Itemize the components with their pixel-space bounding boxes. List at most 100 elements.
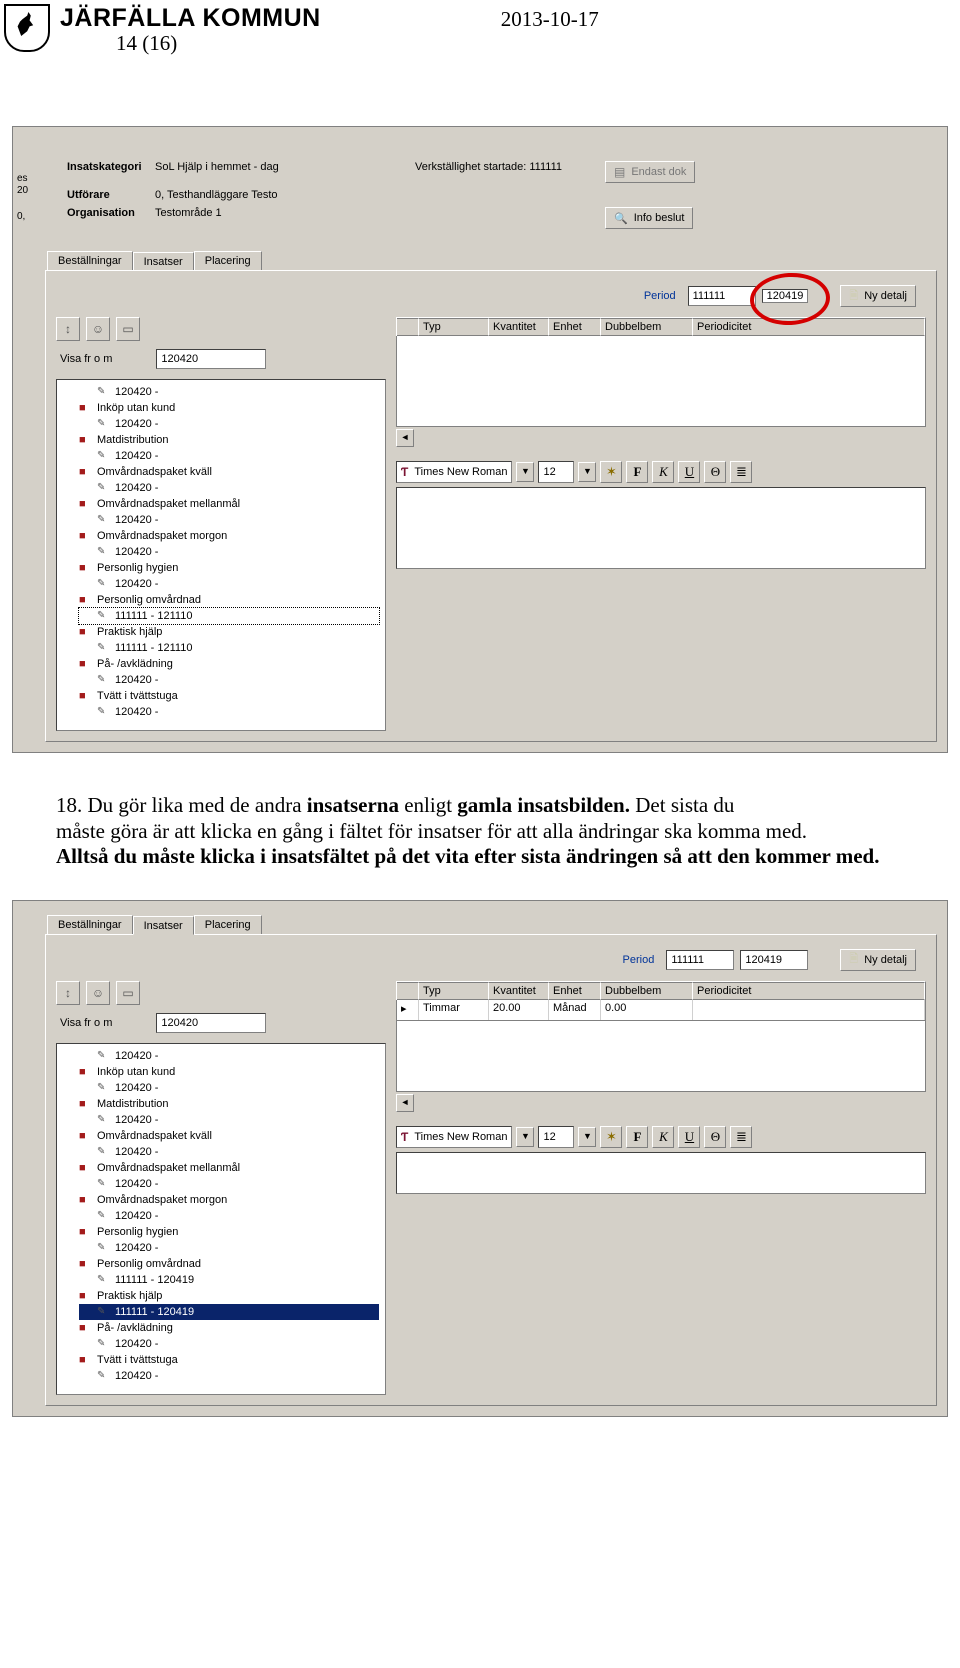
tree-node[interactable]: 120420 - [79, 672, 379, 688]
text-editor[interactable] [396, 487, 926, 569]
tree-node[interactable]: 120420 - [79, 544, 379, 560]
period-to-input[interactable]: 120419 [740, 950, 808, 970]
font-select[interactable]: Times New Roman [396, 461, 512, 483]
format-btn-strike[interactable]: Θ [704, 1126, 726, 1148]
tree-folder[interactable]: Inköp utan kund [79, 400, 379, 416]
tree-node[interactable]: 120420 - [79, 512, 379, 528]
text-editor[interactable] [396, 1152, 926, 1194]
fontsize-dropdown-button[interactable]: ▼ [578, 462, 596, 482]
grid-hscroll[interactable]: ◄ [396, 1094, 926, 1112]
tree-folder[interactable]: Praktisk hjälp [79, 624, 379, 640]
format-btn-color[interactable]: ✶ [600, 461, 622, 483]
cell-enhet[interactable]: Månad [549, 1000, 601, 1020]
toolbar-btn-1[interactable]: ↕ [56, 981, 80, 1005]
format-btn-strike[interactable]: Θ [704, 461, 726, 483]
col-periodicitet[interactable]: Periodicitet [693, 318, 925, 336]
cell-dubbelbem[interactable]: 0.00 [601, 1000, 693, 1020]
tab-insatser[interactable]: Insatser [133, 252, 194, 271]
col-typ[interactable]: Typ [419, 982, 489, 1000]
tree-folder[interactable]: Matdistribution [79, 432, 379, 448]
fontsize-dropdown-button[interactable]: ▼ [578, 1127, 596, 1147]
tree-node[interactable]: 111111 - 120419 [79, 1272, 379, 1288]
col-dubbelbem[interactable]: Dubbelbem [601, 318, 693, 336]
col-typ[interactable]: Typ [419, 318, 489, 336]
tree-folder[interactable]: Omvårdnadspaket morgon [79, 528, 379, 544]
toolbar-btn-2[interactable]: ☺ [86, 981, 110, 1005]
grid-body[interactable]: ▸ Timmar 20.00 Månad 0.00 [396, 1000, 926, 1021]
format-btn-italic[interactable]: K [652, 1126, 674, 1148]
tree-node[interactable]: 120420 - [79, 704, 379, 720]
format-btn-underline[interactable]: U [678, 1126, 700, 1148]
tree-folder[interactable]: Omvårdnadspaket mellanmål [79, 496, 379, 512]
ny-detalj-button[interactable]: Ny detalj [840, 949, 916, 971]
tree-folder[interactable]: Inköp utan kund [79, 1064, 379, 1080]
format-btn-bold[interactable]: F [626, 461, 648, 483]
row-selector[interactable]: ▸ [397, 1000, 419, 1020]
tree-node[interactable]: 111111 - 121110 [79, 640, 379, 656]
toolbar-btn-3[interactable]: ▭ [116, 317, 140, 341]
insats-tree[interactable]: 120420 -Inköp utan kund120420 -Matdistri… [56, 379, 386, 731]
tree-node[interactable]: 120420 - [79, 1240, 379, 1256]
col-dubbelbem[interactable]: Dubbelbem [601, 982, 693, 1000]
tree-folder[interactable]: Omvårdnadspaket kväll [79, 1128, 379, 1144]
grid-body-empty[interactable] [396, 1021, 926, 1092]
tree-node[interactable]: 120420 - [79, 448, 379, 464]
tab-placering[interactable]: Placering [194, 251, 262, 270]
col-kvantitet[interactable]: Kvantitet [489, 318, 549, 336]
endast-dok-button[interactable]: Endast dok [605, 161, 695, 183]
tab-bestallningar[interactable]: Beställningar [47, 251, 133, 270]
tree-node[interactable]: 120420 - [79, 1368, 379, 1384]
tree-folder[interactable]: Personlig omvårdnad [79, 1256, 379, 1272]
tree-folder[interactable]: Tvätt i tvättstuga [79, 688, 379, 704]
col-periodicitet[interactable]: Periodicitet [693, 982, 925, 1000]
col-enhet[interactable]: Enhet [549, 982, 601, 1000]
tree-folder[interactable]: Praktisk hjälp [79, 1288, 379, 1304]
toolbar-btn-2[interactable]: ☺ [86, 317, 110, 341]
tree-node[interactable]: 120420 - [79, 1336, 379, 1352]
period-from-input[interactable]: 111111 [666, 950, 734, 970]
tree-node[interactable]: 120420 - [79, 416, 379, 432]
font-dropdown-button[interactable]: ▼ [516, 1127, 534, 1147]
tree-node[interactable]: 120420 - [79, 1080, 379, 1096]
format-btn-italic[interactable]: K [652, 461, 674, 483]
format-btn-underline[interactable]: U [678, 461, 700, 483]
visa-from-input[interactable]: 120420 [156, 1013, 266, 1033]
font-dropdown-button[interactable]: ▼ [516, 462, 534, 482]
tree-node[interactable]: 120420 - [79, 1048, 379, 1064]
col-enhet[interactable]: Enhet [549, 318, 601, 336]
tree-folder[interactable]: Omvårdnadspaket morgon [79, 1192, 379, 1208]
tree-node[interactable]: 120420 - [79, 480, 379, 496]
cell-typ[interactable]: Timmar [419, 1000, 489, 1020]
cell-periodicitet[interactable] [693, 1000, 925, 1020]
tree-node[interactable]: 111111 - 120419 [79, 1304, 379, 1320]
tree-node[interactable]: 120420 - [79, 384, 379, 400]
insats-tree[interactable]: 120420 -Inköp utan kund120420 -Matdistri… [56, 1043, 386, 1395]
toolbar-btn-1[interactable]: ↕ [56, 317, 80, 341]
tab-bestallningar[interactable]: Beställningar [47, 915, 133, 934]
tree-node[interactable]: 120420 - [79, 1112, 379, 1128]
info-beslut-button[interactable]: Info beslut [605, 207, 693, 229]
tree-folder[interactable]: Matdistribution [79, 1096, 379, 1112]
tree-folder[interactable]: På- /avklädning [79, 656, 379, 672]
tree-node[interactable]: 111111 - 121110 [79, 608, 379, 624]
fontsize-select[interactable]: 12 [538, 461, 574, 483]
tree-folder[interactable]: På- /avklädning [79, 1320, 379, 1336]
grid-hscroll[interactable]: ◄ [396, 429, 926, 447]
fontsize-select[interactable]: 12 [538, 1126, 574, 1148]
format-btn-color[interactable]: ✶ [600, 1126, 622, 1148]
tab-insatser[interactable]: Insatser [133, 916, 194, 935]
scroll-left-icon[interactable]: ◄ [396, 1094, 414, 1112]
ny-detalj-button[interactable]: Ny detalj [840, 285, 916, 307]
format-btn-bold[interactable]: F [626, 1126, 648, 1148]
tree-folder[interactable]: Personlig hygien [79, 560, 379, 576]
grid-body[interactable] [396, 336, 926, 427]
cell-kvantitet[interactable]: 20.00 [489, 1000, 549, 1020]
format-btn-align[interactable]: ≣ [730, 1126, 752, 1148]
period-to-input[interactable]: 120419 [762, 289, 809, 303]
visa-from-input[interactable]: 120420 [156, 349, 266, 369]
tree-folder[interactable]: Omvårdnadspaket mellanmål [79, 1160, 379, 1176]
font-select[interactable]: Times New Roman [396, 1126, 512, 1148]
tab-placering[interactable]: Placering [194, 915, 262, 934]
tree-folder[interactable]: Personlig omvårdnad [79, 592, 379, 608]
format-btn-align[interactable]: ≣ [730, 461, 752, 483]
